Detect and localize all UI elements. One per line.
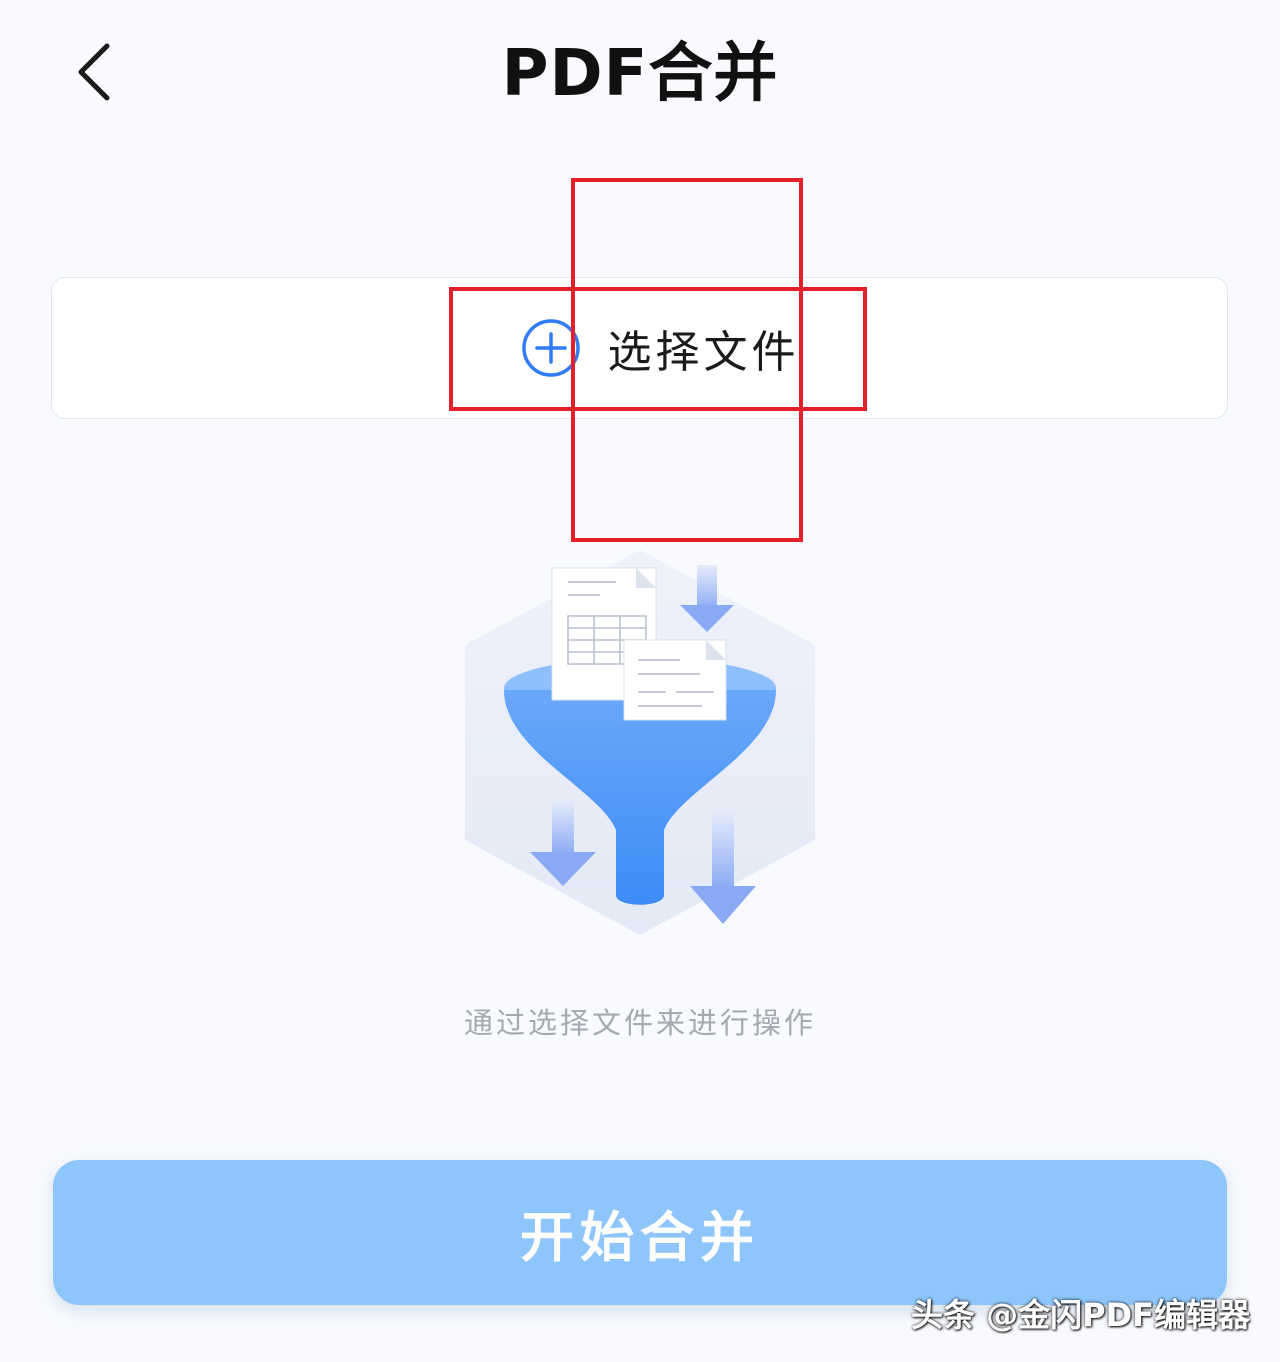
funnel-merge-illustration — [465, 550, 815, 935]
start-merge-button[interactable]: 开始合并 — [53, 1160, 1227, 1305]
plus-circle-icon — [521, 319, 580, 377]
select-file-label: 选择文件 — [607, 327, 800, 378]
select-file-button[interactable]: 选择文件 — [51, 277, 1228, 419]
hint-text: 通过选择文件来进行操作 — [463, 1006, 816, 1040]
page-title: PDF合并 — [501, 37, 779, 111]
watermark: 头条 @金闪PDF编辑器 — [910, 1296, 1250, 1334]
start-merge-label: 开始合并 — [520, 1208, 760, 1268]
select-file-content: 选择文件 — [520, 316, 800, 380]
